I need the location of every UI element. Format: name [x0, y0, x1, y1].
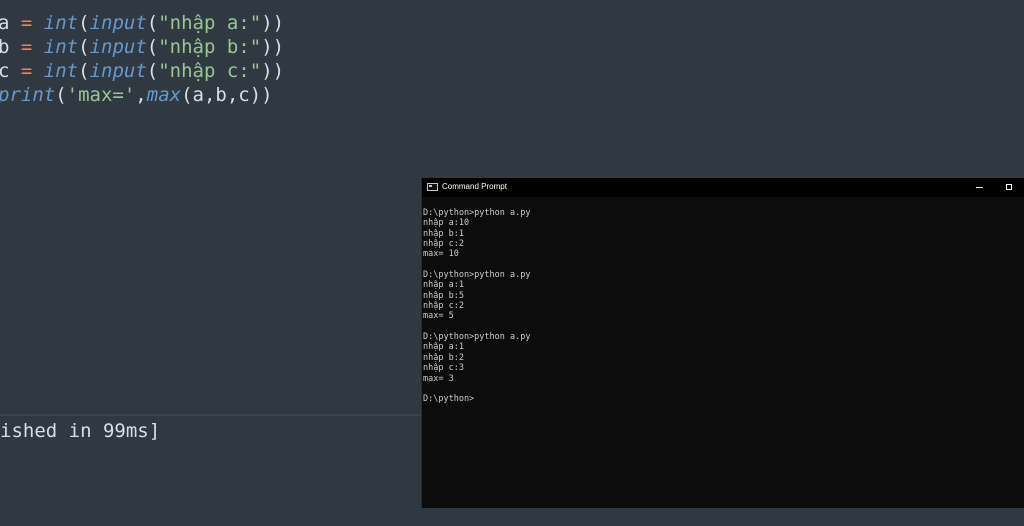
code-token: ))	[261, 60, 285, 82]
code-token: (	[78, 60, 90, 82]
code-token: (	[78, 36, 90, 58]
command-prompt-window[interactable]: Command Prompt D:\python>python a.py nhập…	[421, 178, 1024, 508]
command-prompt-titlebar[interactable]: Command Prompt	[422, 178, 1024, 197]
code-token: "nhập c:"	[158, 60, 262, 82]
build-output-text: ished in 99ms]	[0, 420, 161, 442]
console-line: max= 10	[423, 249, 459, 260]
console-line: D:\python>python a.py	[423, 270, 531, 281]
maximize-icon	[1006, 184, 1012, 190]
code-token: 'max='	[66, 84, 136, 106]
command-prompt-icon	[427, 183, 438, 191]
minimize-icon	[976, 187, 983, 188]
window-title: Command Prompt	[442, 182, 507, 191]
console-line: nhập a:10	[423, 218, 470, 229]
console-output[interactable]: D:\python>python a.py nhập a:10 nhập b:1 nh…	[423, 208, 1023, 405]
code-token: ))	[261, 12, 285, 34]
code-token: int	[43, 60, 79, 82]
console-line: nhập a:1	[423, 280, 464, 291]
code-token: int	[43, 36, 79, 58]
code-token: input	[89, 12, 147, 34]
code-token: =	[20, 36, 33, 58]
code-line: c = int(input("nhập c:"))	[0, 59, 284, 83]
code-token: int	[43, 12, 79, 34]
code-token: (	[55, 84, 67, 106]
code-token: (a,b,c))	[181, 84, 273, 106]
code-line: a = int(input("nhập a:"))	[0, 11, 284, 35]
code-token: a	[0, 12, 21, 34]
console-line: nhập c:3	[423, 363, 464, 374]
console-line: max= 3	[423, 373, 454, 384]
code-token: max	[146, 84, 182, 106]
code-token: input	[89, 36, 147, 58]
console-line: nhập b:1	[423, 228, 464, 239]
console-line: D:\python>python a.py	[423, 208, 531, 218]
code-token: =	[20, 60, 33, 82]
console-line: nhập a:1	[423, 342, 464, 353]
code-token: (	[146, 12, 159, 34]
code-token: (	[146, 60, 159, 82]
code-line: b = int(input("nhập b:"))	[0, 35, 284, 59]
code-token: (	[78, 12, 90, 34]
code-token: ))	[261, 36, 285, 58]
console-line: D:\python>	[423, 394, 475, 405]
console-line: nhập b:2	[423, 352, 464, 363]
code-token: print	[0, 84, 56, 106]
maximize-button[interactable]	[995, 178, 1024, 197]
code-token: c	[0, 60, 21, 82]
code-line: print('max=',max(a,b,c))	[0, 83, 273, 107]
code-token: input	[89, 60, 147, 82]
console-line: D:\python>python a.py	[423, 332, 531, 343]
code-token: ,	[135, 84, 147, 106]
console-line: max= 5	[423, 311, 454, 322]
console-line: nhập b:5	[423, 290, 464, 301]
code-token: "nhập b:"	[158, 36, 262, 58]
code-token: "nhập a:"	[158, 12, 262, 34]
console-line: nhập c:2	[423, 301, 464, 312]
code-token: b	[0, 36, 21, 58]
code-token: (	[146, 36, 159, 58]
minimize-button[interactable]	[965, 178, 995, 197]
code-token: =	[20, 12, 33, 34]
console-line: nhập c:2	[423, 239, 464, 250]
